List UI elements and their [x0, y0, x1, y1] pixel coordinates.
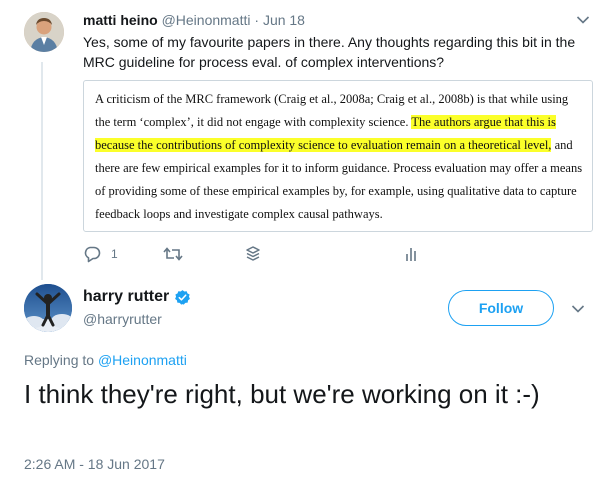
- chevron-down-icon[interactable]: [571, 304, 585, 314]
- reply-icon: [84, 246, 101, 263]
- author-handle[interactable]: @harryrutter: [83, 311, 162, 327]
- analytics-icon: [406, 248, 416, 261]
- follow-button[interactable]: Follow: [448, 290, 554, 326]
- tweet-header: matti heino @Heinonmatti · Jun 18: [83, 12, 305, 28]
- tweet-timestamp[interactable]: 2:26 AM - 18 Jun 2017: [24, 456, 165, 472]
- reply-mention-link[interactable]: @Heinonmatti: [98, 352, 187, 368]
- replying-to-line: Replying to @Heinonmatti: [24, 352, 187, 368]
- reply-count: 1: [111, 247, 118, 261]
- reply-button[interactable]: 1: [83, 244, 118, 264]
- tweet-text: Yes, some of my favourite papers in ther…: [83, 34, 576, 70]
- quoted-text: A criticism of the MRC framework (Craig …: [95, 88, 583, 226]
- retweet-button[interactable]: [163, 244, 183, 264]
- verified-badge-icon: [175, 289, 191, 305]
- tweet-date[interactable]: Jun 18: [263, 12, 305, 28]
- avatar[interactable]: [24, 12, 64, 52]
- avatar[interactable]: [24, 284, 72, 332]
- tweet-actions: 1: [83, 244, 443, 264]
- quoted-image[interactable]: A criticism of the MRC framework (Craig …: [83, 80, 593, 232]
- thread-connector-line: [41, 62, 43, 280]
- layers-icon: [246, 246, 260, 261]
- author-name[interactable]: harry rutter: [83, 288, 169, 306]
- analytics-button[interactable]: [405, 244, 419, 264]
- retweet-icon: [163, 247, 183, 261]
- chevron-down-icon[interactable]: [576, 15, 590, 25]
- share-button[interactable]: [245, 244, 261, 264]
- author-handle[interactable]: @Heinonmatti: [162, 12, 251, 28]
- tweet-text: I think they're right, but we're working…: [24, 379, 540, 409]
- separator-dot: ·: [254, 12, 260, 28]
- author-name-row: harry rutter: [83, 288, 191, 306]
- replying-to-label: Replying to: [24, 352, 95, 368]
- author-name[interactable]: matti heino: [83, 12, 158, 28]
